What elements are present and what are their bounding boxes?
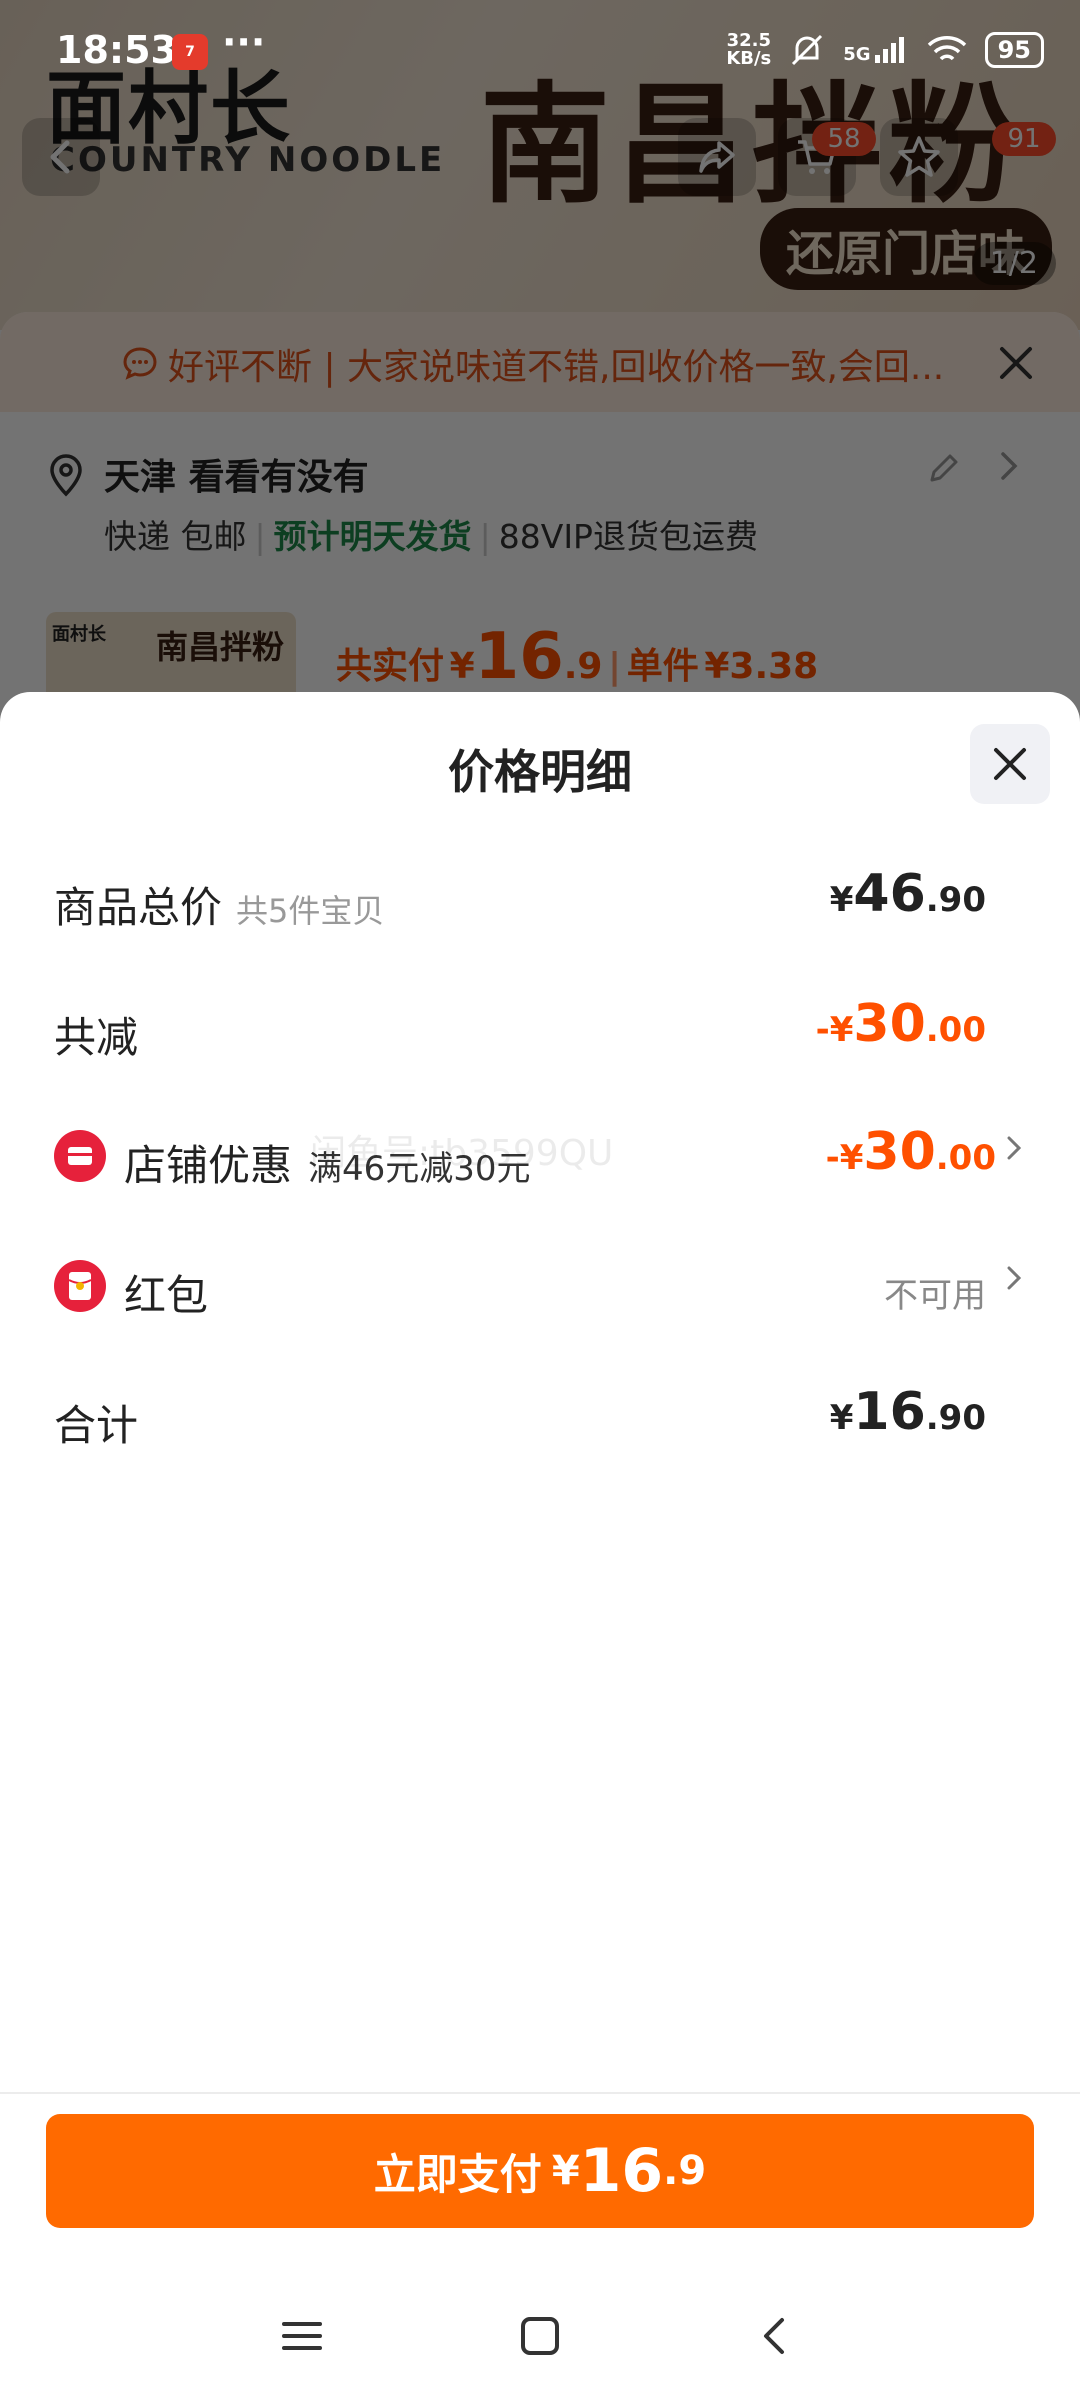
- total-discount-row: 共减 -¥30.00: [54, 994, 1026, 1074]
- status-bar: 18:53 7 ··· 32.5 KB/s 5G 95: [0, 0, 1080, 96]
- vip-return-info: 88VIP退货包运费: [498, 517, 758, 556]
- chevron-right-icon: [996, 448, 1022, 493]
- sheet-close-button[interactable]: [970, 724, 1050, 804]
- goods-total-int: 46: [853, 864, 926, 924]
- back-button[interactable]: [22, 118, 100, 196]
- network-speed-unit: KB/s: [726, 48, 772, 69]
- favorite-count-badge: 91: [992, 122, 1056, 156]
- chevron-right-icon: [1004, 1132, 1024, 1173]
- share-button[interactable]: [678, 118, 756, 196]
- red-packet-label: 红包: [124, 1271, 209, 1320]
- goods-total-row: 商品总价 共5件宝贝 ¥46.90: [54, 864, 1026, 944]
- paid-currency: ¥: [449, 646, 475, 687]
- pay-now-dec: .9: [663, 2148, 707, 2194]
- thumbnail-title: 南昌拌粉: [156, 628, 285, 666]
- image-page-indicator: 1/2: [971, 242, 1056, 285]
- pay-now-currency: ¥: [551, 2148, 580, 2194]
- shop-discount-label-text: 店铺优惠: [124, 1141, 293, 1190]
- footer-divider: [0, 2092, 1080, 2094]
- edit-address-button[interactable]: [926, 450, 962, 495]
- review-notice-bar[interactable]: 好评不断 | 大家说味道不错,回收价格一致,会回...: [0, 312, 1080, 412]
- grand-total-label: 合计: [54, 1401, 139, 1450]
- home-button[interactable]: [510, 2306, 570, 2366]
- payment-summary: 共实付 ¥16.9 | 单件 ¥3.38: [336, 620, 819, 694]
- paid-amount-int: 16: [474, 620, 564, 694]
- shop-discount-amount: -¥30.00: [826, 1122, 996, 1182]
- shop-discount-currency: -¥: [825, 1138, 864, 1178]
- close-icon: [994, 748, 1026, 780]
- brand-subtitle: COUNTRY NOODLE: [50, 140, 446, 180]
- cart-count-badge: 58: [812, 122, 876, 156]
- goods-total-amount: ¥46.90: [830, 864, 986, 924]
- goods-total-dec: .90: [925, 880, 986, 920]
- red-packet-status: 不可用: [884, 1276, 986, 1316]
- address-main: 天津 看看有没有: [104, 448, 369, 500]
- pay-now-label: 立即支付: [373, 2149, 542, 2199]
- location-pin-icon: [50, 454, 82, 497]
- star-icon: [898, 136, 940, 177]
- shipping-info: 快递 包邮 | 预计明天发货 | 88VIP退货包运费: [104, 517, 758, 556]
- goods-total-currency: ¥: [829, 880, 854, 920]
- goods-total-label: 商品总价 共5件宝贝: [54, 874, 384, 935]
- grand-total-row: 合计 ¥16.90: [54, 1382, 1026, 1462]
- red-packet-row[interactable]: 红包 不可用: [54, 1252, 1026, 1332]
- address-city: 天津: [104, 457, 177, 498]
- back-chevron-icon: [764, 2318, 784, 2354]
- system-back-button[interactable]: [744, 2306, 804, 2366]
- back-arrow-icon: [50, 140, 70, 174]
- review-notice-text: 好评不断 | 大家说味道不错,回收价格一致,会回...: [168, 347, 945, 388]
- total-discount-dec: .00: [925, 1010, 986, 1050]
- address-detail: 看看有没有: [188, 457, 369, 498]
- thumbnail-brand: 面村长: [52, 624, 106, 645]
- pay-now-button[interactable]: 立即支付 ¥16.9: [46, 2114, 1034, 2228]
- shipping-eta: 预计明天发货: [273, 517, 472, 556]
- pay-now-int: 16: [579, 2136, 664, 2206]
- share-icon: [699, 141, 735, 173]
- battery-indicator: 95: [984, 32, 1044, 68]
- watermark-text: 闲鱼号:tb3599QU: [310, 1133, 614, 1174]
- wifi-icon: [927, 36, 966, 61]
- chevron-right-icon: [1004, 1262, 1024, 1303]
- notice-close-button[interactable]: [996, 340, 1036, 394]
- total-discount-int: 30: [853, 994, 926, 1054]
- shop-discount-dec: .00: [935, 1138, 996, 1178]
- menu-icon: [282, 2322, 322, 2350]
- close-icon: [1000, 347, 1032, 379]
- total-discount-label: 共减: [54, 1013, 139, 1062]
- grand-total-dec: .90: [925, 1398, 986, 1438]
- network-type: 5G: [843, 44, 871, 65]
- status-time: 18:53: [56, 28, 177, 72]
- favorite-button[interactable]: [880, 118, 958, 196]
- system-navigation-bar: [0, 2272, 1080, 2400]
- grand-total-amount: ¥16.90: [830, 1382, 986, 1442]
- notification-app-icon: 7: [172, 34, 208, 70]
- more-notifications-indicator: ···: [222, 20, 266, 64]
- paid-label: 共实付: [336, 646, 445, 687]
- recent-apps-button[interactable]: [272, 2306, 332, 2366]
- paid-amount-dec: .9: [563, 646, 603, 687]
- grand-total-int: 16: [853, 1382, 926, 1442]
- cellular-signal-icon: 5G: [843, 35, 908, 65]
- shop-icon: [54, 1130, 106, 1182]
- home-square-icon: [521, 2317, 559, 2355]
- goods-total-label-text: 商品总价: [54, 883, 223, 932]
- unit-label: 单件: [626, 646, 699, 687]
- pencil-icon: [930, 454, 958, 482]
- chat-bubble-icon: [123, 347, 157, 380]
- total-discount-amount: -¥30.00: [816, 994, 986, 1054]
- shipping-method: 快递 包邮: [104, 517, 247, 556]
- red-packet-icon: [54, 1260, 106, 1312]
- mute-bell-icon: [792, 34, 823, 66]
- grand-total-currency: ¥: [829, 1398, 854, 1438]
- unit-price: ¥3.38: [704, 646, 819, 687]
- sheet-title: 价格明细: [448, 745, 632, 799]
- total-discount-currency: -¥: [815, 1010, 854, 1050]
- shop-discount-int: 30: [863, 1122, 936, 1182]
- status-icons: 32.5 KB/s 5G 95: [726, 30, 1044, 70]
- item-count-note: 共5件宝贝: [236, 892, 385, 930]
- network-speed: 32.5 KB/s: [726, 32, 771, 68]
